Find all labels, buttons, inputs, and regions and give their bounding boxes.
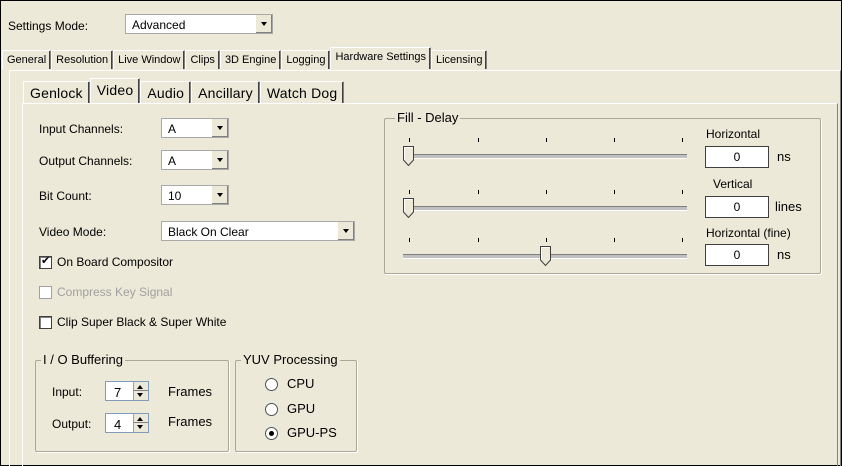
tab-ancillary[interactable]: Ancillary [191,81,260,103]
input-channels-dropdown[interactable]: A [161,118,229,138]
settings-window: Settings Mode: Advanced General Resoluti… [0,0,842,466]
io-output-value: 4 [114,417,122,432]
spin-arrows-icon[interactable] [133,414,148,432]
yuv-gpu-radio[interactable] [265,403,278,416]
io-output-label: Output: [52,417,92,431]
video-mode-value: Black On Clear [168,225,249,239]
chevron-down-icon[interactable] [211,119,228,137]
spin-arrows-icon[interactable] [133,382,148,400]
yuv-gpu-ps-radio[interactable] [265,427,278,440]
io-buffering-group [35,360,229,452]
io-input-stepper[interactable]: 7 [105,381,149,401]
yuv-cpu-label: CPU [287,376,315,391]
horizontal-slider-thumb[interactable] [403,146,414,166]
tab-general[interactable]: General [2,50,52,69]
vertical-value-field[interactable]: 0 [705,196,769,218]
tab-watch-dog[interactable]: Watch Dog [259,81,345,103]
vertical-unit: lines [775,199,802,214]
clip-super-checkbox[interactable] [39,316,52,329]
bit-count-label: Bit Count: [39,189,92,203]
tab-3d-engine[interactable]: 3D Engine [219,50,282,69]
input-channels-value: A [168,122,177,136]
io-output-stepper[interactable]: 4 [105,413,149,433]
io-input-value: 7 [114,385,122,400]
yuv-gpu-ps-label: GPU-PS [287,425,337,440]
horizontal-fine-slider-thumb[interactable] [540,246,551,266]
bit-count-value: 10 [168,189,182,203]
chevron-down-icon[interactable] [255,15,272,33]
horizontal-unit: ns [777,149,791,164]
horizontal-value-field[interactable]: 0 [705,146,769,168]
vertical-slider-track[interactable] [403,206,687,211]
horizontal-label: Horizontal [706,127,761,141]
output-channels-value: A [168,154,177,168]
vertical-label: Vertical [713,177,753,191]
input-channels-label: Input Channels: [39,122,124,136]
output-channels-label: Output Channels: [39,154,133,168]
tab-clips[interactable]: Clips [185,50,220,69]
on-board-compositor-label: On Board Compositor [57,255,174,269]
on-board-compositor-checkbox[interactable]: ✔ [39,255,52,269]
video-mode-label: Video Mode: [39,225,107,239]
compress-key-signal-label: Compress Key Signal [57,285,173,299]
compress-key-signal-checkbox[interactable] [39,286,52,299]
sub-tab-row: Genlock Video Audio Ancillary Watch Dog [23,78,345,103]
yuv-cpu-radio[interactable] [265,378,278,391]
settings-mode-value: Advanced [132,18,186,32]
horizontal-fine-unit: ns [777,247,791,262]
bit-count-dropdown[interactable]: 10 [161,185,229,205]
io-input-unit: Frames [168,384,213,399]
tab-resolution[interactable]: Resolution [51,50,114,69]
horizontal-slider-track[interactable] [403,154,687,159]
check-icon: ✔ [41,255,51,267]
tab-video[interactable]: Video [89,78,141,103]
io-buffering-title: I / O Buffering [41,352,125,367]
horizontal-fine-value-field[interactable]: 0 [705,244,769,266]
chevron-down-icon[interactable] [211,186,228,204]
io-input-label: Input: [52,385,83,399]
main-tab-row: General Resolution Live Window Clips 3D … [2,47,488,69]
video-mode-dropdown[interactable]: Black On Clear [161,221,355,241]
horizontal-fine-label: Horizontal (fine) [706,226,791,240]
fill-delay-title: Fill - Delay [395,110,461,125]
chevron-down-icon[interactable] [211,151,228,169]
output-channels-dropdown[interactable]: A [161,150,229,170]
tab-licensing[interactable]: Licensing [430,50,488,69]
yuv-processing-title: YUV Processing [241,352,340,367]
settings-mode-dropdown[interactable]: Advanced [125,14,273,34]
clip-super-label: Clip Super Black & Super White [57,315,227,329]
tab-live-window[interactable]: Live Window [113,50,186,69]
chevron-down-icon[interactable] [337,222,354,240]
tab-audio[interactable]: Audio [140,81,192,103]
tab-genlock[interactable]: Genlock [23,81,90,103]
tab-hardware-settings[interactable]: Hardware Settings [330,47,431,69]
settings-mode-label: Settings Mode: [8,19,89,33]
io-output-unit: Frames [168,414,213,429]
tab-logging[interactable]: Logging [281,50,331,69]
yuv-gpu-label: GPU [287,401,316,416]
vertical-slider-thumb[interactable] [403,198,414,218]
